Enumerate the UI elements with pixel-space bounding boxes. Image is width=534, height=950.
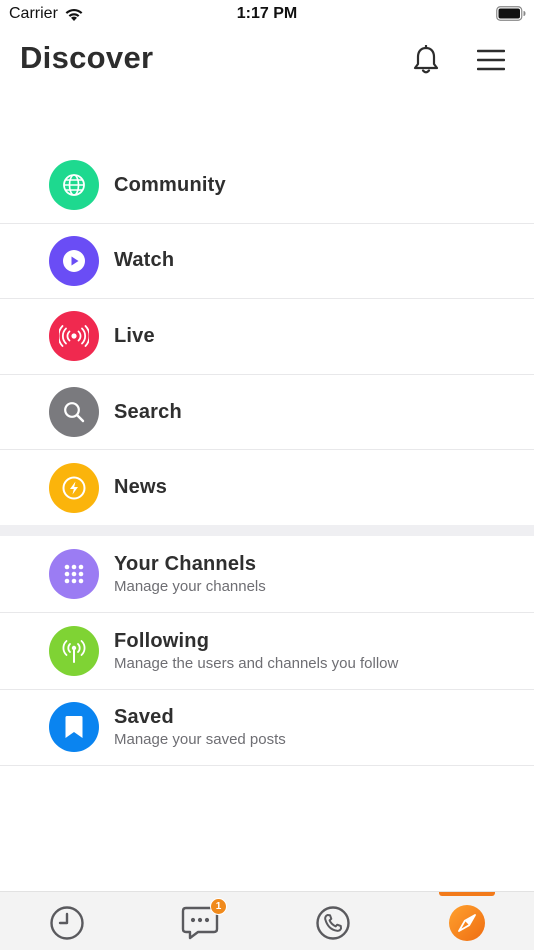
search-text: Search: [114, 401, 182, 424]
tab-recent[interactable]: [48, 904, 86, 942]
list-item-news[interactable]: News: [0, 450, 534, 526]
bookmark-icon: [65, 716, 83, 739]
menu-button[interactable]: [472, 42, 510, 78]
notifications-button[interactable]: [408, 42, 444, 78]
clock-icon: [50, 906, 84, 940]
compass-icon: [449, 905, 485, 941]
list-item-subtitle: Manage your saved posts: [114, 731, 286, 749]
list-item-saved[interactable]: Saved Manage your saved posts: [0, 690, 534, 767]
status-bar: Carrier 1:17 PM: [0, 0, 534, 28]
active-tab-indicator: [439, 892, 495, 896]
list-item-search[interactable]: Search: [0, 375, 534, 451]
hamburger-menu-icon: [477, 49, 505, 71]
globe-icon: [63, 174, 85, 197]
lightning-icon: [62, 476, 86, 500]
list-item-label: News: [114, 476, 168, 499]
saved-text: Saved Manage your saved posts: [114, 706, 286, 748]
tab-calls[interactable]: [314, 904, 352, 942]
phone-icon: [316, 906, 350, 940]
list-item-subtitle: Manage the users and channels you follow: [114, 654, 399, 672]
list-item-community[interactable]: Community: [0, 148, 534, 224]
news-icon-circle: [49, 462, 99, 513]
list-item-label: Saved: [114, 706, 174, 729]
list-item-label: Following: [114, 629, 210, 652]
news-text: News: [114, 476, 167, 499]
battery-icon: [496, 6, 526, 21]
live-icon-circle: [49, 311, 99, 362]
watch-text: Watch: [114, 249, 174, 272]
list-item-subtitle: Manage your channels: [114, 577, 266, 595]
search-icon: [64, 402, 85, 423]
list-item-following[interactable]: Following Manage the users and channels …: [0, 613, 534, 690]
saved-icon-circle: [49, 702, 99, 753]
antenna-icon: [62, 639, 86, 663]
header: Discover: [0, 36, 534, 86]
your-channels-text: Your Channels Manage your channels: [114, 553, 266, 595]
following-text: Following Manage the users and channels …: [114, 630, 398, 672]
status-time: 1:17 PM: [236, 5, 298, 22]
unread-badge: 1: [210, 898, 227, 915]
watch-icon-circle: [49, 235, 99, 286]
search-icon-circle: [49, 387, 99, 438]
list-item-label: Live: [114, 324, 155, 347]
tab-bar: 1: [0, 891, 534, 950]
live-text: Live: [114, 325, 155, 348]
manage-list: Your Channels Manage your channels Follo…: [0, 536, 534, 767]
section-divider: [0, 525, 534, 536]
broadcast-icon: [59, 325, 89, 348]
bell-icon: [413, 45, 439, 74]
page-title: Discover: [20, 40, 154, 75]
list-item-label: Search: [114, 400, 182, 423]
list-item-label: Community: [114, 173, 226, 196]
community-text: Community: [114, 174, 226, 197]
channels-icon-circle: [49, 548, 99, 599]
community-icon-circle: [49, 160, 99, 211]
list-item-label: Watch: [114, 249, 175, 272]
following-icon-circle: [49, 625, 99, 676]
list-item-your-channels[interactable]: Your Channels Manage your channels: [0, 536, 534, 613]
tab-chats[interactable]: 1: [181, 898, 227, 942]
play-icon: [63, 249, 85, 272]
list-item-live[interactable]: Live: [0, 299, 534, 375]
discover-list: Community Watch Live Search News: [0, 148, 534, 526]
list-item-watch[interactable]: Watch: [0, 224, 534, 300]
grid-dots-icon: [64, 564, 84, 584]
tab-discover[interactable]: [448, 904, 486, 942]
list-item-label: Your Channels: [114, 552, 257, 575]
